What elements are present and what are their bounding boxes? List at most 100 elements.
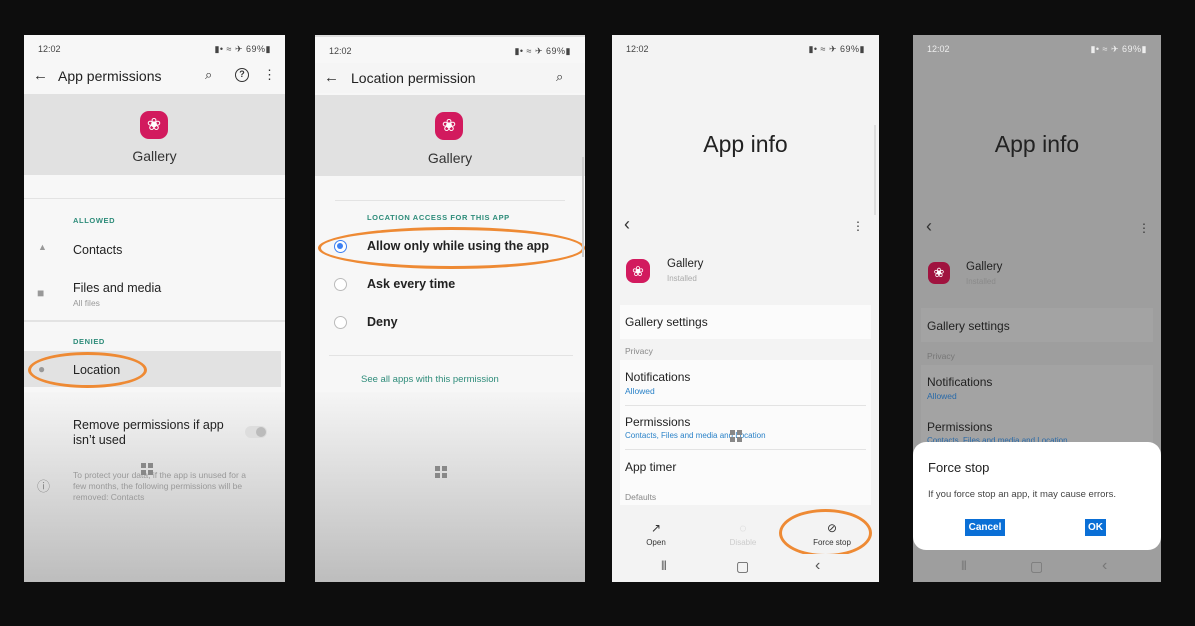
app-status: Installed [966, 277, 996, 286]
back-arrow-icon[interactable]: ← [33, 67, 48, 84]
status-time: 12:02 [927, 44, 950, 54]
radio-unselected[interactable] [334, 278, 347, 291]
remove-perms-toggle[interactable] [245, 426, 267, 438]
back-arrow-icon[interactable]: ← [324, 69, 339, 86]
recents-button[interactable]: ||| [961, 560, 967, 571]
status-bar: 12:02 ▮• ≈ ✈ 69%▮ [612, 35, 879, 61]
help-icon[interactable]: ? [235, 68, 249, 82]
action-label: Open [646, 538, 666, 547]
permissions-label[interactable]: Permissions [927, 420, 992, 434]
screen-location-permission: 12:02 ▮• ≈ ✈ 69%▮ ← Location permission … [315, 35, 585, 582]
home-button[interactable]: ▢ [1030, 558, 1043, 575]
bottom-gradient [315, 392, 585, 582]
divider [335, 200, 565, 201]
radio-unselected[interactable] [334, 316, 347, 329]
item-label: Gallery settings [927, 319, 1010, 333]
notifications-sublabel: Allowed [927, 391, 957, 401]
info-text-line2: few months, the following permissions wi… [73, 481, 243, 491]
status-icons: ▮• ≈ ✈ 69%▮ [214, 44, 271, 54]
permission-label: Contacts [73, 243, 123, 257]
gallery-app-icon: ❀ [626, 259, 650, 283]
system-nav-bar: ||| ▢ ‹ [913, 554, 1161, 582]
app-header: ❀ Gallery [24, 94, 285, 175]
nav-back-button[interactable]: ‹ [815, 557, 820, 575]
highlight-annotation [779, 509, 872, 557]
permission-sublabel: All files [73, 298, 100, 308]
ok-button[interactable]: OK [1085, 519, 1106, 536]
app-status: Installed [667, 274, 697, 283]
search-icon[interactable]: ⌕ [556, 69, 563, 85]
app-name: Gallery [966, 261, 1003, 273]
person-icon: ▲ [38, 242, 47, 252]
privacy-section-label: Privacy [927, 351, 955, 361]
permission-label: Files and media [73, 281, 162, 295]
item-sublabel: Contacts, Files and media and Location [625, 431, 766, 440]
app-name: Gallery [132, 148, 177, 164]
location-access-section-label: LOCATION ACCESS FOR THIS APP [367, 213, 510, 222]
back-chevron-icon[interactable]: ‹ [624, 214, 630, 235]
page-title: App permissions [58, 68, 162, 84]
denied-section-label: DENIED [73, 337, 105, 346]
allowed-section-label: ALLOWED [73, 216, 116, 225]
home-button[interactable]: ▢ [736, 558, 749, 575]
more-options-icon[interactable]: ⋮ [263, 67, 276, 83]
screen-app-info-dialog: 12:02 ▮• ≈ ✈ 69%▮ App info ‹ ⋮ ❀ Gallery… [913, 35, 1161, 582]
see-all-apps-link[interactable]: See all apps with this permission [361, 374, 499, 385]
app-name: Gallery [667, 258, 704, 270]
recents-button[interactable]: ||| [661, 560, 667, 571]
divider [329, 355, 573, 356]
status-bar: 12:02 ▮• ≈ ✈ 69%▮ [315, 37, 585, 63]
highlight-annotation [318, 227, 585, 269]
status-bar: 12:02 ▮• ≈ ✈ 69%▮ [24, 35, 285, 61]
status-icons: ▮• ≈ ✈ 69%▮ [514, 46, 571, 56]
app-bar: ← Location permission ⌕ [315, 63, 585, 93]
open-external-icon: ↗ [650, 521, 662, 535]
disable-icon: ◌ [739, 521, 747, 535]
item-label: Notifications [625, 370, 691, 384]
page-title: App info [703, 131, 788, 157]
nav-back-button[interactable]: ‹ [1102, 557, 1107, 575]
info-text-line3: removed: Contacts [73, 492, 145, 502]
search-icon[interactable]: ⌕ [205, 67, 212, 83]
privacy-card: Notifications Allowed Permissions Contac… [620, 360, 871, 505]
grid-overlay-icon [435, 466, 447, 478]
divider [24, 320, 285, 322]
gallery-settings-item[interactable]: Gallery settings [921, 308, 1153, 342]
item-label: App timer [625, 460, 677, 474]
defaults-section-label: Defaults [625, 492, 657, 502]
scrollbar[interactable] [874, 125, 876, 215]
open-button[interactable]: ↗ Open [626, 521, 686, 547]
folder-icon: ■ [37, 286, 45, 300]
more-options-icon[interactable]: ⋮ [1138, 221, 1150, 235]
page-title: App info [994, 131, 1080, 157]
scrollbar[interactable] [582, 157, 584, 257]
cancel-button[interactable]: Cancel [965, 519, 1005, 536]
back-chevron-icon[interactable]: ‹ [926, 216, 932, 237]
highlight-annotation [28, 352, 147, 388]
grid-overlay-icon [730, 430, 742, 442]
remove-perms-label-line2: isn’t used [73, 433, 126, 447]
option-label: Ask every time [367, 277, 456, 291]
more-options-icon[interactable]: ⋮ [852, 219, 864, 233]
system-nav-bar: ||| ▢ ‹ [612, 554, 879, 582]
privacy-section-label: Privacy [625, 346, 653, 356]
grid-overlay-icon [141, 463, 153, 475]
remove-perms-label-line1: Remove permissions if app [73, 418, 224, 432]
app-bar: ← App permissions ⌕ ? ⋮ [24, 61, 285, 91]
page-title: Location permission [351, 70, 476, 86]
disable-button[interactable]: ◌ Disable [713, 521, 773, 547]
status-time: 12:02 [38, 44, 61, 54]
info-text-line1: To protect your data, if the app is unus… [73, 470, 246, 480]
status-icons: ▮• ≈ ✈ 69%▮ [808, 44, 865, 54]
divider [24, 198, 285, 199]
gallery-app-icon: ❀ [140, 111, 168, 139]
dialog-title: Force stop [928, 460, 990, 475]
app-header: ❀ Gallery [315, 95, 585, 176]
notifications-label[interactable]: Notifications [927, 375, 992, 389]
info-icon: ⓘ [37, 479, 51, 494]
dialog-message: If you force stop an app, it may cause e… [928, 489, 1116, 500]
screen-app-info: 12:02 ▮• ≈ ✈ 69%▮ App info ‹ ⋮ ❀ Gallery… [612, 35, 879, 582]
item-sublabel: Allowed [625, 386, 655, 396]
gallery-settings-item[interactable]: Gallery settings [620, 305, 871, 339]
status-time: 12:02 [329, 46, 352, 56]
